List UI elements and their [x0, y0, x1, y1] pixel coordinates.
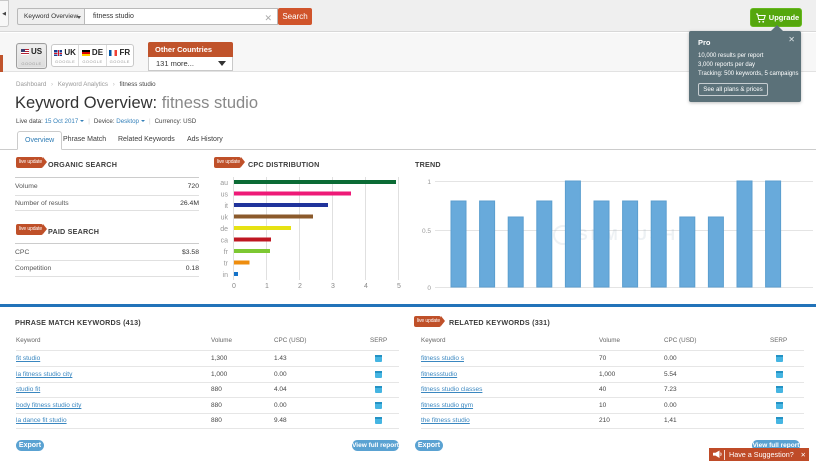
svg-text:2: 2 [298, 283, 302, 290]
svg-text:3: 3 [331, 283, 335, 290]
svg-text:5: 5 [397, 283, 401, 290]
svg-text:4: 4 [364, 283, 368, 290]
svg-text:uk: uk [221, 215, 229, 222]
svg-text:in: in [223, 272, 229, 279]
svg-text:de: de [220, 226, 228, 233]
svg-text:0: 0 [232, 283, 236, 290]
svg-text:1: 1 [265, 283, 269, 290]
svg-text:tr: tr [224, 261, 229, 268]
svg-text:us: us [221, 192, 229, 199]
svg-text:0: 0 [427, 285, 431, 292]
svg-text:it: it [225, 203, 229, 210]
svg-text:au: au [220, 180, 228, 187]
svg-text:1: 1 [427, 179, 431, 186]
svg-text:ca: ca [221, 238, 229, 245]
svg-text:fr: fr [224, 249, 229, 256]
svg-text:0.5: 0.5 [422, 228, 431, 235]
